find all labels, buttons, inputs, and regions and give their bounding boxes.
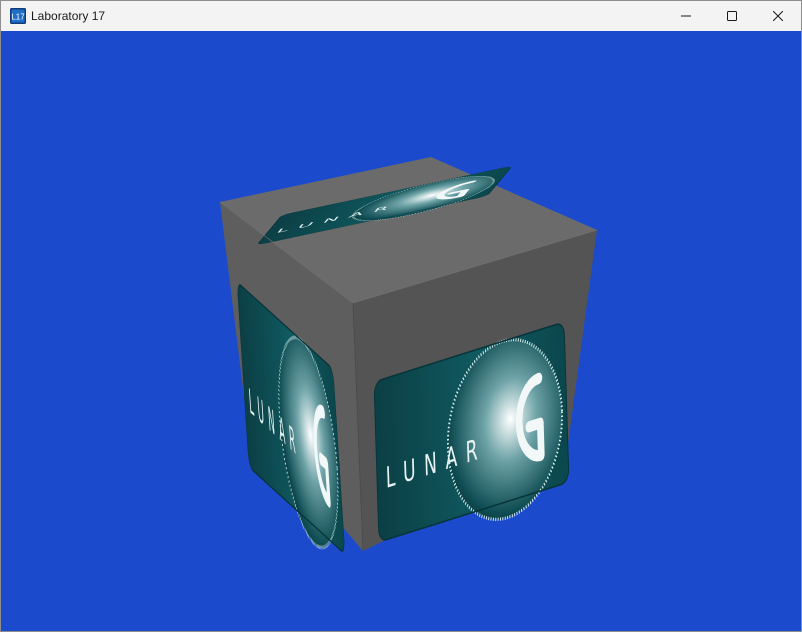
minimize-icon [681, 11, 691, 21]
3d-scene: LUNAR [219, 157, 598, 631]
maximize-button[interactable] [709, 1, 755, 31]
app-window: L17 Laboratory 17 LUNAR [0, 0, 802, 632]
minimize-button[interactable] [663, 1, 709, 31]
title-bar[interactable]: L17 Laboratory 17 [1, 1, 801, 31]
close-icon [773, 11, 783, 21]
lab-app-icon: L17 [10, 8, 26, 24]
maximize-icon [727, 11, 737, 21]
svg-text:L17: L17 [11, 13, 25, 22]
close-button[interactable] [755, 1, 801, 31]
window-title: Laboratory 17 [31, 9, 106, 23]
render-viewport[interactable]: LUNAR [1, 31, 801, 631]
